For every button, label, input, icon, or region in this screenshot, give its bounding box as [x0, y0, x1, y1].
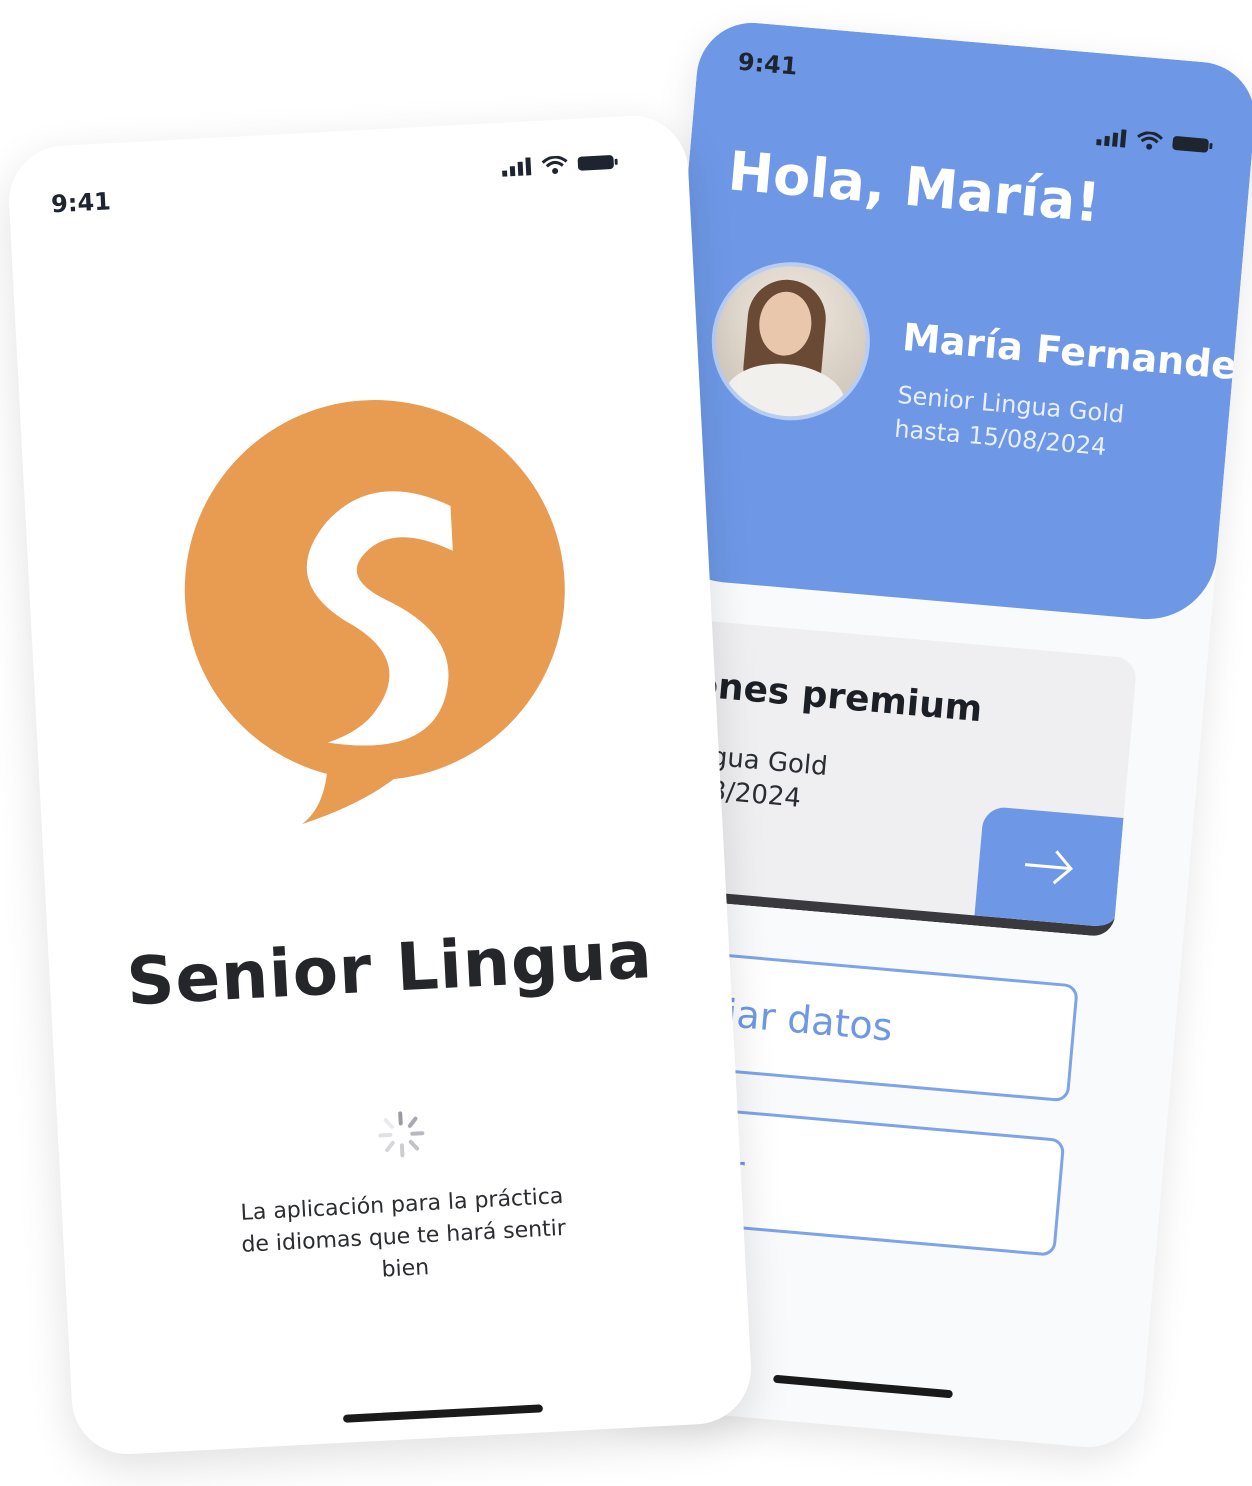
signal-icon	[1096, 129, 1127, 148]
senior-lingua-logo-icon	[184, 400, 565, 825]
app-name: Senior Lingua	[124, 916, 655, 1021]
status-icons	[1096, 127, 1213, 155]
premium-arrow-button[interactable]	[974, 805, 1124, 928]
wifi-icon	[541, 155, 568, 174]
status-time: 9:41	[736, 47, 799, 81]
home-indicator	[342, 1404, 544, 1423]
showcase-stage: 9:41 Hola, María! María Fernandez Senior…	[0, 0, 1252, 1486]
wifi-icon	[1137, 131, 1163, 150]
splash-phone-screen: 9:41 Senior Lingua La aplicación para la…	[6, 113, 754, 1457]
app-tagline: La aplicación para la práctica de idioma…	[231, 1181, 576, 1295]
signal-icon	[502, 157, 532, 177]
premium-card-title: ones premium	[691, 664, 984, 731]
battery-icon	[1172, 136, 1213, 153]
loading-spinner-icon	[378, 1111, 425, 1158]
status-time: 9:41	[50, 187, 112, 219]
arrow-right-icon	[1024, 850, 1074, 885]
avatar[interactable]	[705, 255, 877, 427]
battery-icon	[577, 155, 618, 171]
profile-header: 9:41 Hola, María! María Fernandez Senior…	[652, 18, 1252, 625]
profile-name: María Fernandez	[900, 315, 1252, 391]
status-icons	[501, 153, 618, 177]
home-indicator	[772, 1374, 954, 1399]
greeting-title: Hola, María!	[725, 139, 1103, 235]
